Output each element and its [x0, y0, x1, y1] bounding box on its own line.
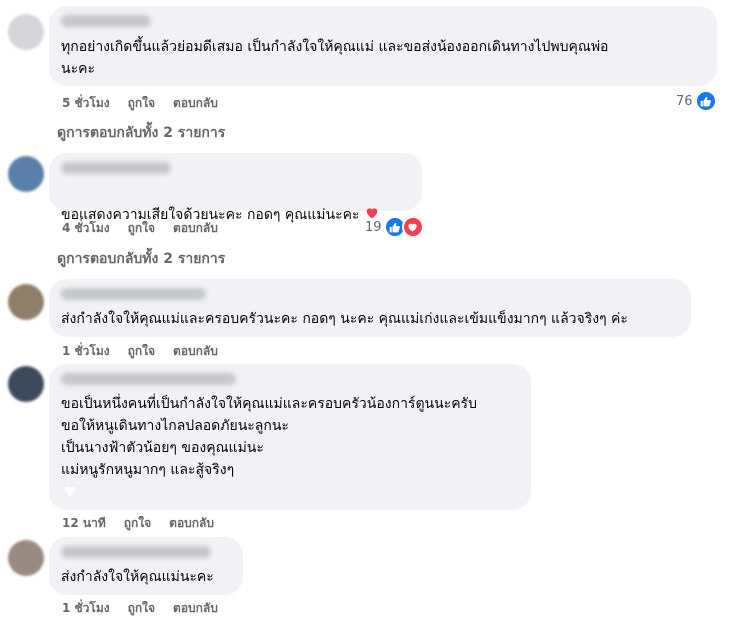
love-reaction-icon: [401, 216, 424, 238]
comment-bubble: ทุกอย่างเกิดขึ้นแล้วย่อมดีเสมอ เป็นกำลัง…: [49, 6, 717, 86]
commenter-avatar[interactable]: [8, 540, 44, 576]
reply-button[interactable]: ตอบกลับ: [173, 219, 218, 238]
commenter-name-blurred[interactable]: [61, 546, 211, 558]
white-heart-emoji-icon: [62, 483, 78, 502]
reply-button[interactable]: ตอบกลับ: [169, 514, 214, 533]
reply-button[interactable]: ตอบกลับ: [173, 94, 218, 113]
comment-timestamp[interactable]: 12 นาที: [62, 514, 106, 533]
like-reaction-icon: [694, 90, 717, 112]
comment-timestamp[interactable]: 1 ชั่วโมง: [62, 342, 110, 361]
commenter-name-blurred[interactable]: [61, 373, 236, 385]
comment-timestamp[interactable]: 5 ชั่วโมง: [62, 94, 110, 113]
reply-button[interactable]: ตอบกลับ: [173, 599, 218, 618]
like-button[interactable]: ถูกใจ: [128, 342, 155, 361]
like-button[interactable]: ถูกใจ: [128, 94, 155, 113]
like-button[interactable]: ถูกใจ: [128, 599, 155, 618]
comment-text: ขอเป็นหนึ่งคนที่เป็นกำลังใจให้คุณแม่และค…: [61, 396, 477, 478]
comment-bubble: ขอแสดงความเสียใจด้วยนะคะ กอดๆ คุณแม่นะคะ: [49, 153, 422, 223]
view-replies-link[interactable]: ดูการตอบกลับทั้ง 2 รายการ: [57, 122, 225, 144]
commenter-avatar[interactable]: [8, 284, 44, 320]
reaction-count: 76: [676, 93, 693, 109]
reaction-summary[interactable]: 76: [676, 90, 717, 112]
comment-actions: 4 ชั่วโมง ถูกใจ ตอบกลับ: [62, 219, 218, 238]
commenter-avatar[interactable]: [8, 366, 44, 402]
comment-actions: 5 ชั่วโมง ถูกใจ ตอบกลับ: [62, 94, 218, 113]
comment-bubble: ส่งกำลังใจให้คุณแม่และครอบครัวนะคะ กอดๆ …: [49, 279, 691, 337]
comment-actions: 1 ชั่วโมง ถูกใจ ตอบกลับ: [62, 342, 218, 361]
comment-text: ทุกอย่างเกิดขึ้นแล้วย่อมดีเสมอ เป็นกำลัง…: [61, 39, 609, 77]
like-button[interactable]: ถูกใจ: [124, 514, 151, 533]
comment-bubble: ส่งกำลังใจให้คุณแม่นะคะ: [49, 537, 243, 595]
commenter-avatar[interactable]: [8, 14, 44, 50]
commenter-name-blurred[interactable]: [61, 15, 151, 27]
comment-timestamp[interactable]: 4 ชั่วโมง: [62, 219, 110, 238]
like-button[interactable]: ถูกใจ: [128, 219, 155, 238]
comment-timestamp[interactable]: 1 ชั่วโมง: [62, 599, 110, 618]
commenter-name-blurred[interactable]: [61, 288, 206, 300]
view-replies-link[interactable]: ดูการตอบกลับทั้ง 2 รายการ: [57, 248, 225, 270]
comment-text: ส่งกำลังใจให้คุณแม่นะคะ: [61, 569, 214, 585]
comment-actions: 1 ชั่วโมง ถูกใจ ตอบกลับ: [62, 599, 218, 618]
commenter-name-blurred[interactable]: [61, 162, 171, 174]
reaction-count: 19: [365, 219, 382, 235]
comment-text: ส่งกำลังใจให้คุณแม่และครอบครัวนะคะ กอดๆ …: [61, 311, 628, 327]
comment-actions: 12 นาที ถูกใจ ตอบกลับ: [62, 514, 214, 533]
reaction-summary[interactable]: 19: [365, 216, 424, 238]
comment-bubble: ขอเป็นหนึ่งคนที่เป็นกำลังใจให้คุณแม่และค…: [49, 364, 531, 510]
reply-button[interactable]: ตอบกลับ: [173, 342, 218, 361]
commenter-avatar[interactable]: [8, 156, 44, 192]
